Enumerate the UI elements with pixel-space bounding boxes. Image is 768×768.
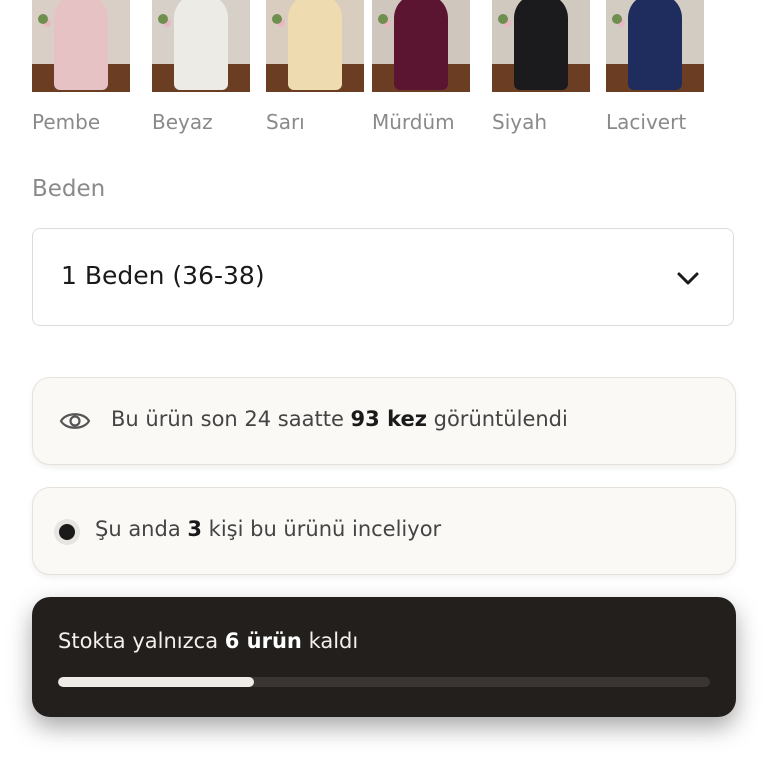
dress-figure — [54, 0, 108, 90]
views-text: Bu ürün son 24 saatte 93 kez görüntülend… — [111, 407, 568, 431]
color-swatch-4[interactable]: Mürdüm — [372, 0, 470, 134]
color-swatch-image — [606, 0, 704, 92]
color-swatch-1[interactable]: Pembe — [32, 0, 130, 134]
color-swatch-label: Beyaz — [152, 110, 213, 134]
views-prefix: Bu ürün son 24 saatte — [111, 407, 351, 431]
color-swatch-2[interactable]: Beyaz — [152, 0, 250, 134]
stock-progress-fill — [58, 677, 254, 687]
live-prefix: Şu anda — [95, 517, 188, 541]
plant-icon — [38, 14, 48, 24]
views-count: 93 kez — [350, 407, 427, 431]
color-swatch-image — [266, 0, 364, 92]
dress-figure — [174, 0, 228, 90]
plant-icon — [378, 14, 388, 24]
stock-alert-box: Stokta yalnızca 6 ürün kaldı — [32, 597, 736, 717]
dress-figure — [288, 0, 342, 90]
plant-icon — [612, 14, 622, 24]
plant-icon — [158, 14, 168, 24]
live-count: 3 — [187, 517, 202, 541]
dress-figure — [514, 0, 568, 90]
stock-text: Stokta yalnızca 6 ürün kaldı — [58, 629, 358, 653]
color-swatch-3[interactable]: Sarı — [266, 0, 364, 134]
stock-count: 6 ürün — [224, 629, 302, 653]
chevron-down-icon — [677, 272, 699, 285]
color-swatch-5[interactable]: Siyah — [492, 0, 590, 134]
live-suffix: kişi bu ürünü inceliyor — [202, 517, 442, 541]
color-swatch-6[interactable]: Lacivert — [606, 0, 704, 134]
eye-icon — [59, 413, 91, 429]
stock-progress-bar — [58, 677, 710, 687]
size-select[interactable]: 1 Beden (36-38) — [32, 228, 734, 326]
color-swatch-label: Lacivert — [606, 110, 687, 134]
size-select-value: 1 Beden (36-38) — [61, 261, 265, 290]
live-dot-icon — [59, 524, 75, 540]
color-swatch-label: Mürdüm — [372, 110, 455, 134]
color-swatch-label: Pembe — [32, 110, 101, 134]
live-viewers-box: Şu anda 3 kişi bu ürünü inceliyor — [32, 487, 736, 575]
views-info-box: Bu ürün son 24 saatte 93 kez görüntülend… — [32, 377, 736, 465]
color-swatch-label: Siyah — [492, 110, 548, 134]
size-label: Beden — [32, 176, 106, 202]
color-swatch-label: Sarı — [266, 110, 305, 134]
plant-icon — [498, 14, 508, 24]
stock-suffix: kaldı — [301, 629, 359, 653]
color-swatch-image — [32, 0, 130, 92]
views-suffix: görüntülendi — [426, 407, 568, 431]
plant-icon — [272, 14, 282, 24]
color-swatch-image — [152, 0, 250, 92]
stock-prefix: Stokta yalnızca — [58, 629, 225, 653]
color-swatch-image — [372, 0, 470, 92]
dress-figure — [628, 0, 682, 90]
color-swatch-list: Pembe Beyaz Sarı Mürdüm Siyah Lacivert — [0, 0, 768, 140]
dress-figure — [394, 0, 448, 90]
color-swatch-image — [492, 0, 590, 92]
live-text: Şu anda 3 kişi bu ürünü inceliyor — [95, 517, 441, 541]
